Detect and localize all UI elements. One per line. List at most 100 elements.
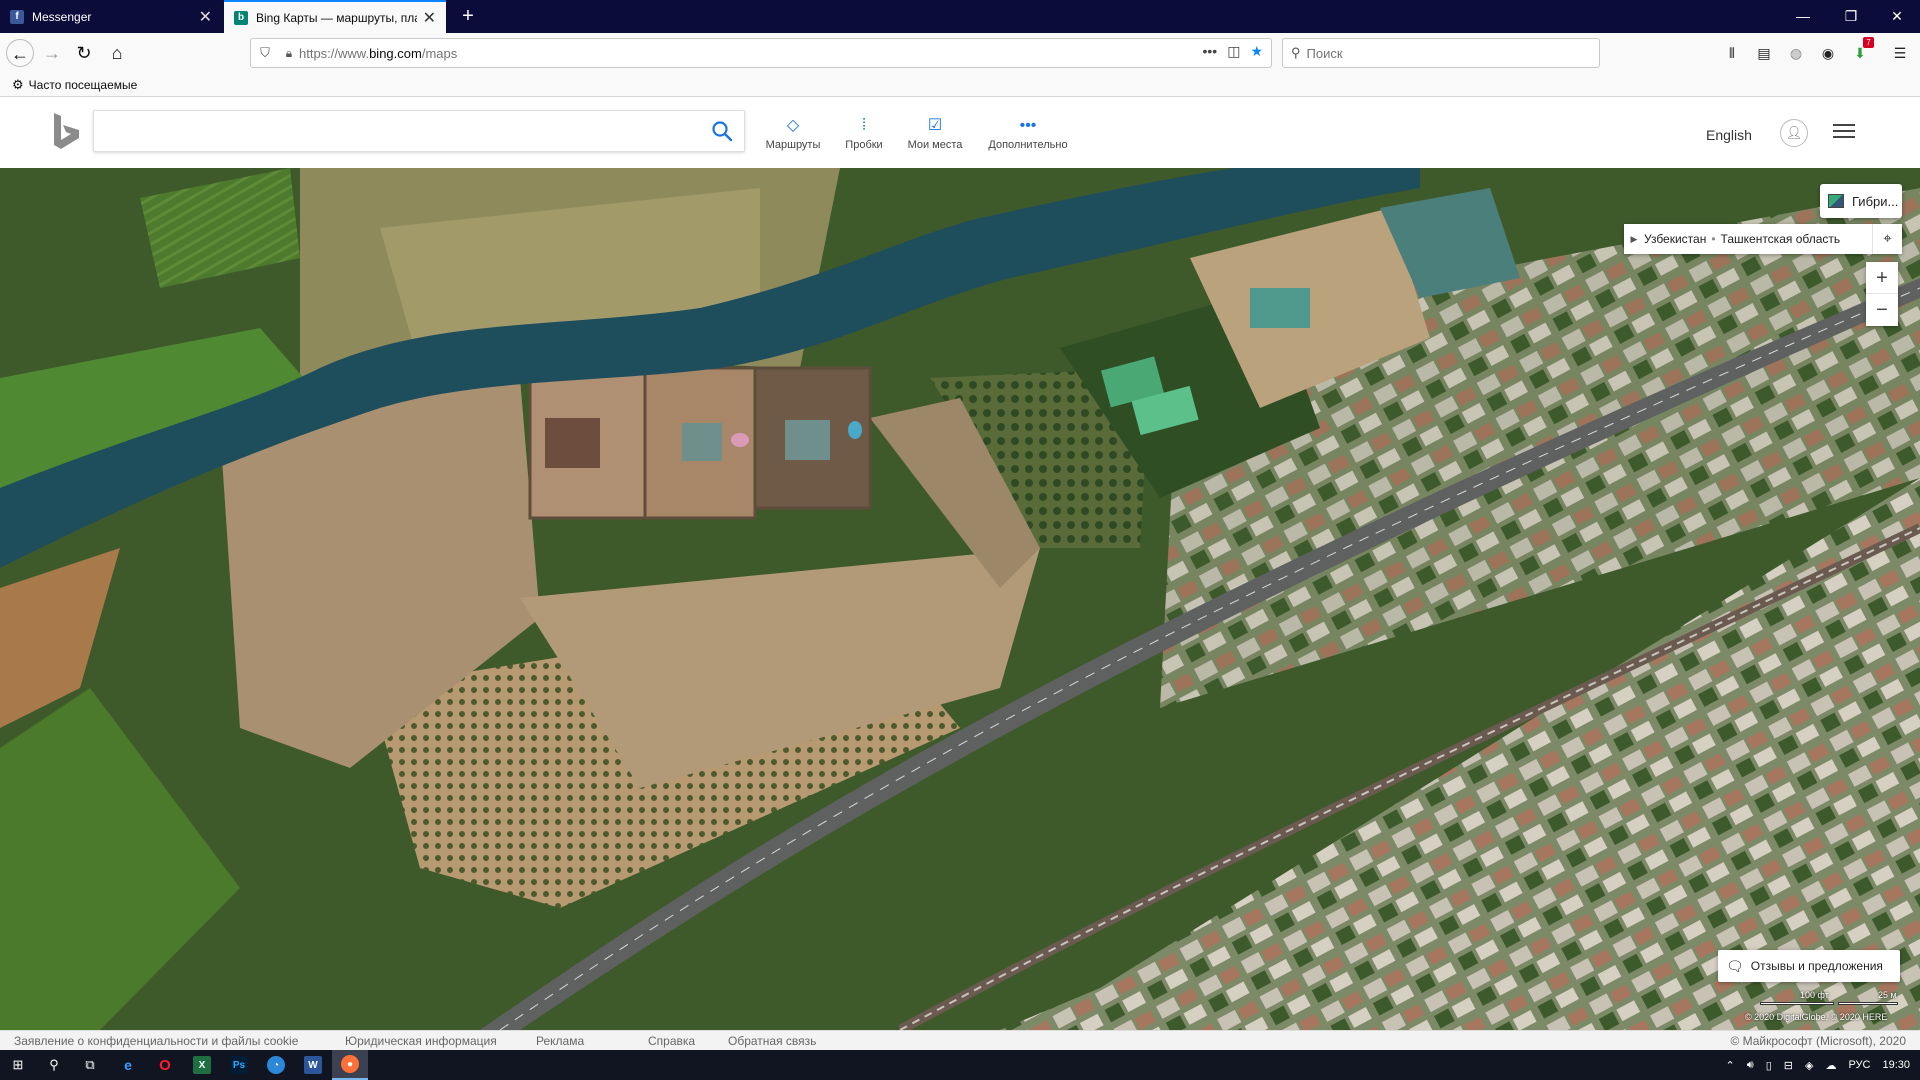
nav-traffic[interactable]: ⦙ Пробки — [838, 115, 890, 151]
home-button[interactable]: ⌂ — [103, 39, 131, 67]
close-tab-icon[interactable]: ✕ — [199, 7, 212, 27]
language-indicator[interactable]: РУС — [1848, 1059, 1870, 1071]
taskbar-opera[interactable]: O — [147, 1050, 183, 1080]
scale-metric: 25 м — [1878, 990, 1897, 1000]
edge-icon: e — [124, 1057, 132, 1073]
facebook-icon: f — [10, 9, 24, 24]
bookmark-most-visited[interactable]: Часто посещаемые — [29, 78, 138, 92]
search-icon[interactable] — [710, 119, 734, 143]
map-search-input[interactable] — [93, 110, 745, 152]
more-icon: ••• — [1019, 117, 1037, 134]
nav-my-places[interactable]: ☑ Мои места — [904, 115, 966, 151]
taskbar-photoshop[interactable]: Ps — [221, 1050, 257, 1080]
close-tab-icon[interactable]: ✕ — [423, 8, 436, 28]
notification-badge: 7 — [1863, 37, 1874, 48]
minimize-button[interactable]: — — [1780, 0, 1826, 33]
chevron-up-icon[interactable]: ⌃ — [1726, 1059, 1735, 1072]
url-bar[interactable]: ⛉ 🔒︎ https://www. bing.com/maps ••• ◫ ★ — [250, 38, 1272, 68]
zoom-in-button[interactable]: + — [1866, 262, 1898, 294]
zoom-out-button[interactable]: − — [1866, 294, 1898, 326]
profile-avatar[interactable]: 👤︎ — [1780, 119, 1808, 147]
search-icon: ⚲ — [49, 1057, 59, 1072]
page-footer: Заявление о конфиденциальности и файлы c… — [0, 1030, 1920, 1050]
hamburger-menu-icon[interactable] — [1833, 121, 1855, 141]
photoshop-icon: Ps — [230, 1056, 248, 1074]
excel-icon: X — [193, 1056, 211, 1074]
map-style-button[interactable]: Гибри... — [1820, 184, 1902, 218]
footer-link-advertising[interactable]: Реклама — [536, 1034, 584, 1048]
close-window-button[interactable]: ✕ — [1874, 0, 1920, 33]
windows-taskbar: ⊞ ⚲ ⧉ e O X Ps ◔ W ● ⌃ 🔊︎ ▯ ⊟ ◈ ☁ РУС 19… — [0, 1050, 1920, 1080]
back-button[interactable]: ← — [6, 39, 34, 67]
page-actions-icon[interactable]: ••• — [1202, 43, 1217, 60]
bookmarks-toolbar: ⚙ Часто посещаемые — [0, 73, 1920, 97]
volume-icon[interactable]: 🔊︎ — [1747, 1059, 1754, 1072]
taskbar-word[interactable]: W — [295, 1050, 331, 1080]
dropbox-icon[interactable]: ◈ — [1805, 1059, 1813, 1072]
breadcrumb-country[interactable]: Узбекистан — [1644, 232, 1706, 246]
forward-button[interactable]: → — [38, 39, 66, 67]
url-path: /maps — [421, 45, 458, 61]
tab-title: Messenger — [32, 9, 92, 24]
tab-bing-maps[interactable]: b Bing Карты — маршруты, пла ✕ — [224, 0, 446, 33]
nav-more[interactable]: ••• Дополнительно — [982, 115, 1074, 151]
user-icon: 👤︎ — [1785, 125, 1803, 140]
footer-copyright: © Майкрософт (Microsoft), 2020 — [1730, 1034, 1906, 1048]
footer-link-legal[interactable]: Юридическая информация — [345, 1034, 497, 1048]
footer-link-help[interactable]: Справка — [648, 1034, 695, 1048]
taskbar-edge[interactable]: e — [110, 1050, 146, 1080]
new-tab-button[interactable]: + — [456, 4, 480, 28]
pocket-icon[interactable]: ◫ — [1227, 43, 1240, 60]
nav-label: Пробки — [845, 139, 883, 151]
bing-logo-icon[interactable] — [50, 111, 84, 151]
library-icon[interactable]: ⫴ — [1720, 41, 1744, 65]
nav-label: Мои места — [907, 139, 963, 151]
nav-label: Дополнительно — [988, 139, 1068, 151]
footer-link-feedback[interactable]: Обратная связь — [728, 1034, 816, 1048]
account-icon[interactable]: ◉ — [1816, 41, 1840, 65]
cloud-icon[interactable]: ☁ — [1825, 1059, 1836, 1072]
bing-header: ◇ Маршруты ⦙ Пробки ☑ Мои места ••• Допо… — [0, 97, 1920, 168]
task-view-icon: ⧉ — [85, 1057, 95, 1072]
bookmark-star-icon[interactable]: ★ — [1250, 43, 1263, 60]
forward-arrow-icon: → — [43, 43, 61, 63]
breadcrumb-region[interactable]: Ташкентская область — [1721, 232, 1841, 246]
taskbar-excel[interactable]: X — [184, 1050, 220, 1080]
clock[interactable]: 19:30 — [1882, 1059, 1910, 1071]
language-link[interactable]: English — [1706, 127, 1752, 143]
layers-icon — [1828, 194, 1844, 208]
start-button[interactable]: ⊞ — [0, 1050, 36, 1080]
download-extension-icon[interactable]: ⬇ 7 — [1848, 37, 1874, 65]
url-domain: bing.com — [369, 45, 422, 61]
map-style-label: Гибри... — [1852, 193, 1899, 209]
reload-button[interactable]: ↻ — [70, 39, 98, 67]
battery-icon[interactable]: ▯ — [1766, 1059, 1772, 1072]
tab-messenger[interactable]: f Messenger ✕ — [0, 0, 222, 33]
restore-button[interactable]: ❐ — [1828, 0, 1874, 33]
satellite-imagery[interactable] — [0, 168, 1920, 1030]
word-icon: W — [304, 1056, 322, 1074]
task-view-button[interactable]: ⧉ — [72, 1050, 108, 1080]
globe-icon[interactable]: ◍ — [1784, 41, 1808, 65]
location-breadcrumb[interactable]: ▶ Узбекистан • Ташкентская область ⌖ — [1624, 224, 1902, 254]
tab-title: Bing Карты — маршруты, пла — [256, 10, 417, 25]
tracking-shield-icon[interactable]: ⛉ — [251, 45, 279, 61]
search-input[interactable]: ⚲ Поиск — [1282, 38, 1600, 68]
network-icon[interactable]: ⊟ — [1784, 1059, 1793, 1072]
expand-arrow-icon[interactable]: ▶ — [1624, 234, 1644, 245]
sidebar-icon[interactable]: ▤ — [1752, 41, 1776, 65]
locate-me-icon[interactable]: ⌖ — [1872, 224, 1902, 254]
system-tray: ⌃ 🔊︎ ▯ ⊟ ◈ ☁ РУС 19:30 — [1726, 1050, 1910, 1080]
taskbar-app[interactable]: ◔ — [258, 1050, 294, 1080]
menu-icon[interactable]: ☰ — [1888, 41, 1912, 65]
lock-icon[interactable]: 🔒︎ — [279, 46, 299, 61]
app-icon: ◔ — [267, 1056, 285, 1074]
feedback-button[interactable]: 🗨︎ Отзывы и предложения — [1718, 950, 1900, 982]
footer-link-privacy[interactable]: Заявление о конфиденциальности и файлы c… — [14, 1034, 298, 1048]
nav-directions[interactable]: ◇ Маршруты — [762, 115, 824, 151]
taskbar-search-button[interactable]: ⚲ — [36, 1050, 72, 1080]
windows-icon: ⊞ — [12, 1057, 24, 1072]
search-icon: ⚲ — [1291, 45, 1301, 60]
taskbar-firefox[interactable]: ● — [332, 1050, 368, 1080]
map-canvas[interactable]: Гибри... ▶ Узбекистан • Ташкентская обла… — [0, 168, 1920, 1030]
